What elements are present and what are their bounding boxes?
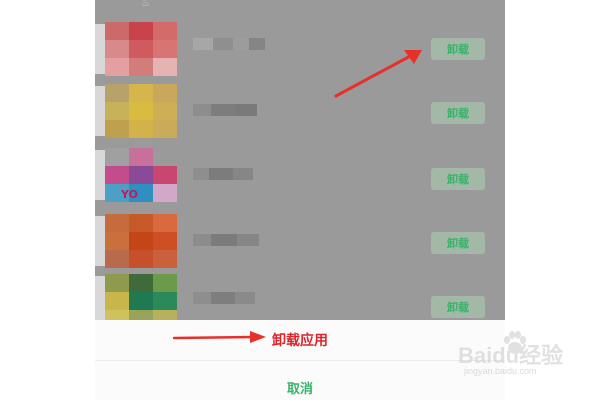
app-icon [105, 22, 177, 76]
icon-pixel [129, 274, 153, 292]
icon-pixel [105, 84, 129, 102]
list-item: 卸载 [95, 18, 505, 80]
app-name-blurred [193, 292, 255, 304]
annotation-arrow-icon [334, 50, 422, 98]
icon-pixel [153, 40, 177, 58]
icon-pixel [105, 214, 129, 232]
icon-pixel [129, 214, 153, 232]
icon-pixel [105, 102, 129, 120]
icon-pixel [129, 120, 153, 138]
icon-pixel [153, 58, 177, 76]
icon-pixel [153, 250, 177, 268]
icon-pixel [105, 148, 129, 166]
icon-pixel [105, 292, 129, 310]
icon-pixel [153, 166, 177, 184]
icon-pixel [105, 274, 129, 292]
dimmed-app-list: ♨ 卸载 卸载 YO 卸载 卸载 卸载 [95, 0, 505, 328]
list-item: 卸载 [95, 80, 505, 142]
icon-pixel [153, 184, 177, 202]
icon-pixel [129, 166, 153, 184]
icon-pixel [129, 40, 153, 58]
phone-screen: ♨ 卸载 卸载 YO 卸载 卸载 卸载 卸载应用 取消 [95, 0, 505, 400]
icon-pixel [129, 58, 153, 76]
uninstall-button[interactable]: 卸载 [431, 168, 485, 190]
list-item: YO 卸载 [95, 144, 505, 206]
icon-pixel [105, 250, 129, 268]
sheet-divider [95, 360, 505, 361]
action-sheet: 卸载应用 取消 [95, 320, 505, 400]
icon-pixel [153, 22, 177, 40]
app-icon [105, 214, 177, 268]
app-name-blurred [193, 38, 265, 50]
icon-pixel [153, 148, 177, 166]
annotation-arrow-icon [172, 331, 266, 343]
app-name-blurred [193, 104, 257, 116]
icon-pixel [105, 166, 129, 184]
app-icon [105, 148, 177, 202]
baidu-watermark: Baidu经验 jingyan.baidu.com [458, 331, 570, 382]
icon-pixel [129, 292, 153, 310]
uninstall-button[interactable]: 卸载 [431, 232, 485, 254]
icon-pixel [153, 120, 177, 138]
uninstall-button[interactable]: 卸载 [431, 38, 485, 60]
list-item: 卸载 [95, 210, 505, 272]
uninstall-button[interactable]: 卸载 [431, 102, 485, 124]
cancel-button[interactable]: 取消 [95, 378, 505, 397]
icon-pixel [129, 148, 153, 166]
sheet-title[interactable]: 卸载应用 [95, 330, 505, 350]
app-name-blurred [193, 234, 259, 246]
app-icon [105, 84, 177, 138]
watermark-url: jingyan.baidu.com [464, 366, 537, 376]
status-icon: ♨ [141, 0, 150, 9]
uninstall-button[interactable]: 卸载 [431, 296, 485, 318]
icon-pixel [105, 22, 129, 40]
icon-pixel [105, 232, 129, 250]
icon-pixel [105, 58, 129, 76]
icon-pixel [129, 22, 153, 40]
icon-brand-text: YO [121, 188, 138, 201]
icon-pixel [129, 84, 153, 102]
icon-pixel [153, 214, 177, 232]
icon-pixel [153, 232, 177, 250]
icon-pixel [153, 102, 177, 120]
icon-pixel [129, 250, 153, 268]
app-name-blurred [193, 168, 253, 180]
icon-pixel [129, 232, 153, 250]
icon-pixel [105, 40, 129, 58]
icon-pixel [153, 292, 177, 310]
icon-pixel [129, 102, 153, 120]
icon-pixel [153, 274, 177, 292]
icon-pixel [105, 120, 129, 138]
icon-pixel [153, 84, 177, 102]
